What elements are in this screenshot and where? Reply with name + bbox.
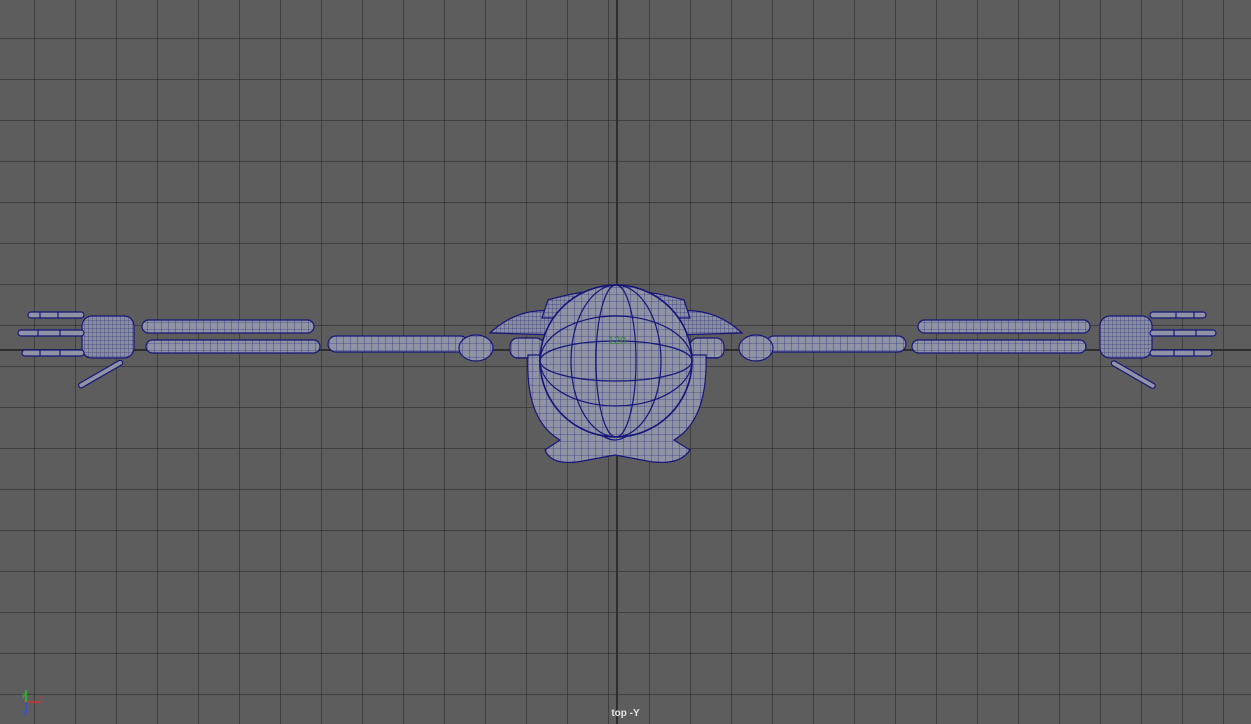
skeleton-wireframe-model[interactable] — [0, 0, 1251, 724]
left-upper-arm[interactable] — [327, 334, 494, 362]
modeling-viewport[interactable]: 120 y x z top -Y — [0, 0, 1251, 724]
right-forearm[interactable] — [911, 319, 1091, 354]
right-upper-arm[interactable] — [738, 334, 907, 362]
left-hand[interactable] — [17, 311, 135, 389]
hud-frame-number: 120 — [607, 335, 627, 347]
torso-sphere[interactable] — [539, 284, 693, 438]
camera-name-label: top -Y — [611, 708, 640, 719]
gizmo-x-label: x — [39, 694, 43, 701]
right-hand[interactable] — [1099, 311, 1217, 389]
gizmo-y-label: y — [22, 692, 26, 699]
left-forearm[interactable] — [141, 319, 321, 354]
